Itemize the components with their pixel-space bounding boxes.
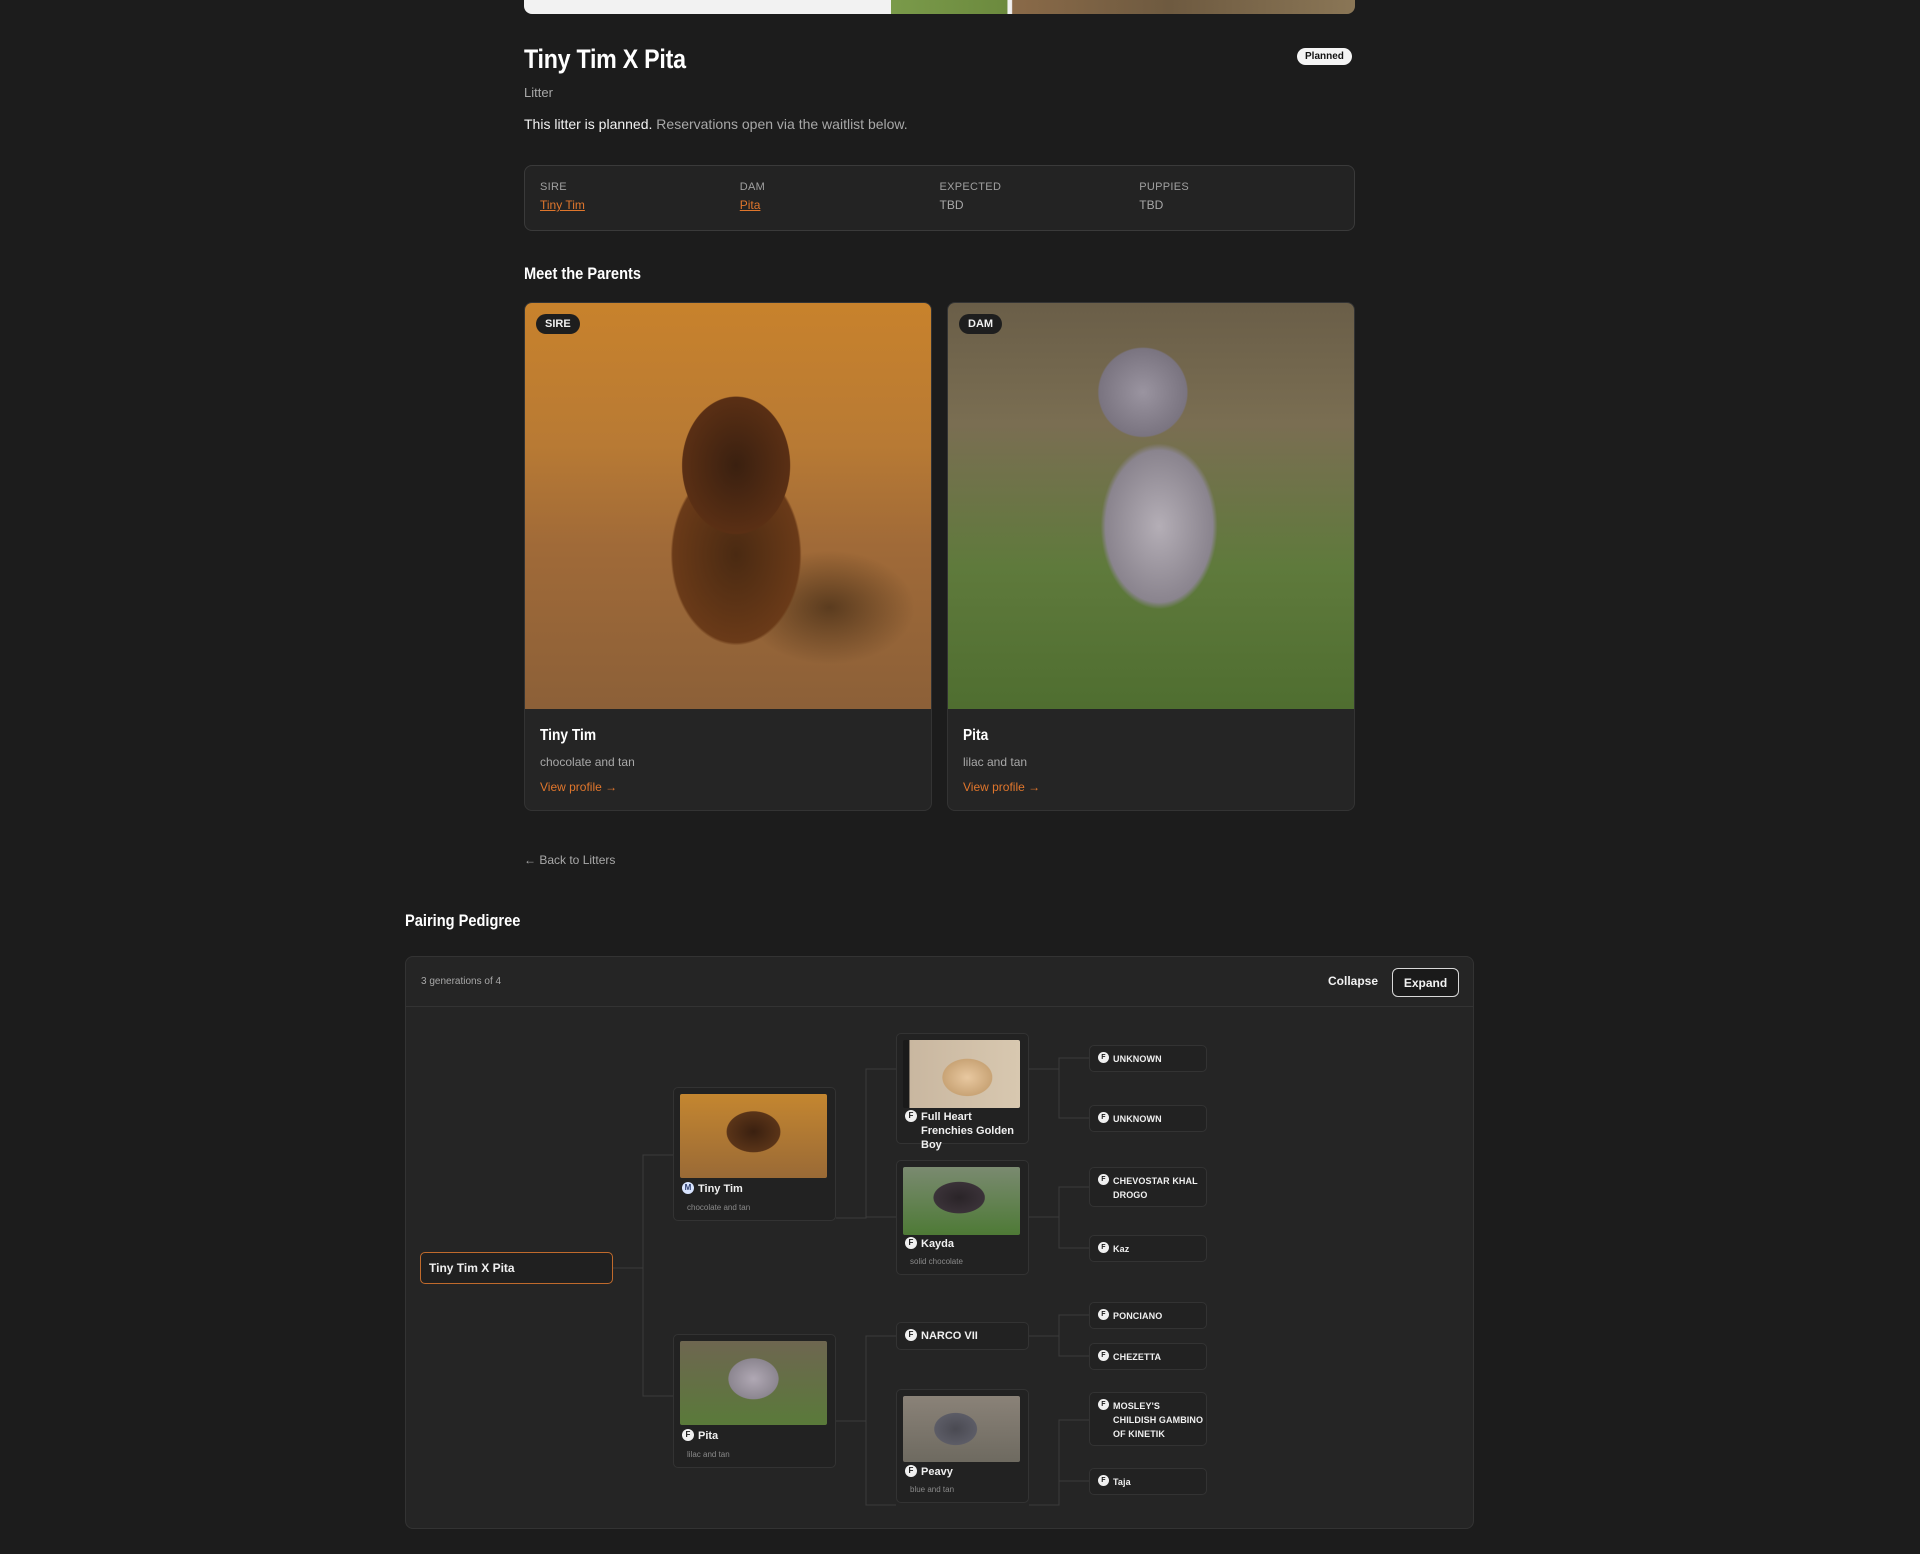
pedigree-node-golden-boy[interactable]: F Full Heart Frenchies Golden Boy [896, 1033, 1029, 1151]
peavy-name: Peavy [921, 1466, 953, 1478]
page-title: Tiny Tim X Pita [524, 44, 686, 74]
pedigree-node-taja[interactable]: F Taja [1089, 1468, 1207, 1495]
female-icon: F [905, 1110, 917, 1122]
sire-photo: SIRE [525, 303, 931, 709]
female-icon: F [1098, 1309, 1109, 1320]
female-icon: F [1098, 1350, 1109, 1361]
pedigree-root-node[interactable]: Tiny Tim X Pita [420, 1252, 613, 1284]
female-icon: F [905, 1465, 917, 1477]
female-icon: F [1098, 1242, 1109, 1253]
info-dam: DAM Pita [740, 181, 940, 215]
planned-notice: This litter is planned. Reservations ope… [524, 116, 908, 132]
litter-info-box: SIRE Tiny Tim DAM Pita EXPECTED TBD PUPP… [524, 165, 1355, 231]
mosley-name: MOSLEY'S CHILDISH GAMBINO OF KINETIK [1113, 1401, 1204, 1439]
tiny-tim-color: chocolate and tan [687, 1203, 751, 1212]
golden-boy-thumbnail [903, 1040, 1020, 1108]
sire-card[interactable]: SIRE Tiny Tim chocolate and tan View pro… [524, 302, 932, 811]
pedigree-node-pita[interactable]: F Pita lilac and tan [673, 1334, 836, 1468]
chezetta-name: CHEZETTA [1113, 1352, 1162, 1362]
expand-button[interactable]: Expand [1392, 968, 1459, 997]
pedigree-node-peavy[interactable]: F Peavy blue and tan [896, 1389, 1029, 1503]
status-badge: Planned [1297, 48, 1352, 65]
info-puppies: PUPPIES TBD [1139, 181, 1339, 215]
dam-view-profile-link[interactable]: View profile → [963, 780, 1040, 794]
tiny-tim-name: Tiny Tim [698, 1183, 743, 1195]
info-expected: EXPECTED TBD [940, 181, 1140, 215]
ponciano-name: PONCIANO [1113, 1311, 1163, 1321]
pita-name: Pita [698, 1430, 719, 1442]
pita-color: lilac and tan [687, 1450, 730, 1459]
pedigree-toolbar: 3 generations of 4 Collapse Expand [406, 957, 1473, 1007]
pedigree-node-unknown-2[interactable]: F UNKNOWN [1089, 1105, 1207, 1132]
female-icon: F [905, 1237, 917, 1249]
female-icon: F [1098, 1475, 1109, 1486]
kayda-thumbnail [903, 1167, 1020, 1235]
top-banner-image [524, 0, 1355, 14]
page-subtitle: Litter [524, 85, 553, 100]
dam-tag: DAM [959, 314, 1003, 334]
sire-tag: SIRE [536, 314, 580, 334]
planned-notice-rest: Reservations open via the waitlist below… [652, 116, 908, 132]
peavy-thumbnail [903, 1396, 1020, 1462]
info-puppies-label: PUPPIES [1139, 181, 1190, 193]
tiny-tim-thumbnail [680, 1094, 827, 1178]
kaz-name: Kaz [1113, 1244, 1130, 1254]
info-sire-label: SIRE [540, 181, 567, 193]
khal-drogo-name: CHEVOSTAR KHAL DROGO [1113, 1176, 1198, 1200]
banner-blank [524, 0, 891, 14]
taja-name: Taja [1113, 1477, 1131, 1487]
female-icon: F [1098, 1399, 1109, 1410]
male-icon: M [682, 1182, 694, 1194]
parents-section-title: Meet the Parents [524, 264, 642, 283]
unknown-2-name: UNKNOWN [1113, 1114, 1162, 1124]
sire-color: chocolate and tan [540, 755, 635, 769]
info-dam-link[interactable]: Pita [740, 198, 761, 212]
peavy-color: blue and tan [910, 1485, 955, 1494]
generations-label: 3 generations of 4 [421, 976, 502, 987]
female-icon: F [1098, 1112, 1109, 1123]
pedigree-node-ponciano[interactable]: F PONCIANO [1089, 1302, 1207, 1329]
female-icon: F [682, 1429, 694, 1441]
info-puppies-value: TBD [1139, 198, 1164, 212]
pedigree-node-chezetta[interactable]: F CHEZETTA [1089, 1343, 1207, 1370]
sire-name: Tiny Tim [540, 727, 597, 744]
pedigree-node-kaz[interactable]: F Kaz [1089, 1235, 1207, 1262]
dam-name: Pita [963, 727, 989, 744]
female-icon: F [905, 1329, 917, 1341]
pedigree-node-unknown-1[interactable]: F UNKNOWN [1089, 1045, 1207, 1072]
info-expected-value: TBD [939, 198, 964, 212]
pedigree-node-narco-vii[interactable]: F NARCO VII [896, 1322, 1029, 1350]
info-sire-link[interactable]: Tiny Tim [540, 198, 585, 212]
female-icon: F [1098, 1174, 1109, 1185]
banner-photo-strip [891, 0, 1355, 14]
pita-thumbnail [680, 1341, 827, 1425]
sire-view-profile-link[interactable]: View profile → [540, 780, 617, 794]
info-dam-label: DAM [739, 181, 766, 193]
pedigree-node-kayda[interactable]: F Kayda solid chocolate [896, 1160, 1029, 1275]
pedigree-section-title: Pairing Pedigree [405, 911, 521, 930]
pedigree-node-khal-drogo[interactable]: F CHEVOSTAR KHAL DROGO [1089, 1167, 1207, 1207]
pedigree-node-mosley[interactable]: F MOSLEY'S CHILDISH GAMBINO OF KINETIK [1089, 1392, 1207, 1446]
back-to-litters-link[interactable]: ← Back to Litters [524, 853, 615, 867]
kayda-color: solid chocolate [910, 1257, 963, 1266]
dam-card[interactable]: DAM Pita lilac and tan View profile → [947, 302, 1355, 811]
kayda-name: Kayda [921, 1238, 955, 1250]
narco-name: NARCO VII [921, 1330, 978, 1342]
female-icon: F [1098, 1052, 1109, 1063]
info-expected-label: EXPECTED [939, 181, 1002, 193]
unknown-1-name: UNKNOWN [1113, 1054, 1162, 1064]
dam-photo: DAM [948, 303, 1354, 709]
pedigree-node-tiny-tim[interactable]: M Tiny Tim chocolate and tan [673, 1087, 836, 1221]
dam-color: lilac and tan [963, 755, 1028, 769]
golden-boy-name: Full Heart Frenchies Golden Boy [921, 1111, 1014, 1151]
info-sire: SIRE Tiny Tim [540, 181, 740, 215]
planned-notice-strong: This litter is planned. [524, 116, 653, 132]
collapse-button[interactable]: Collapse [1328, 974, 1378, 988]
